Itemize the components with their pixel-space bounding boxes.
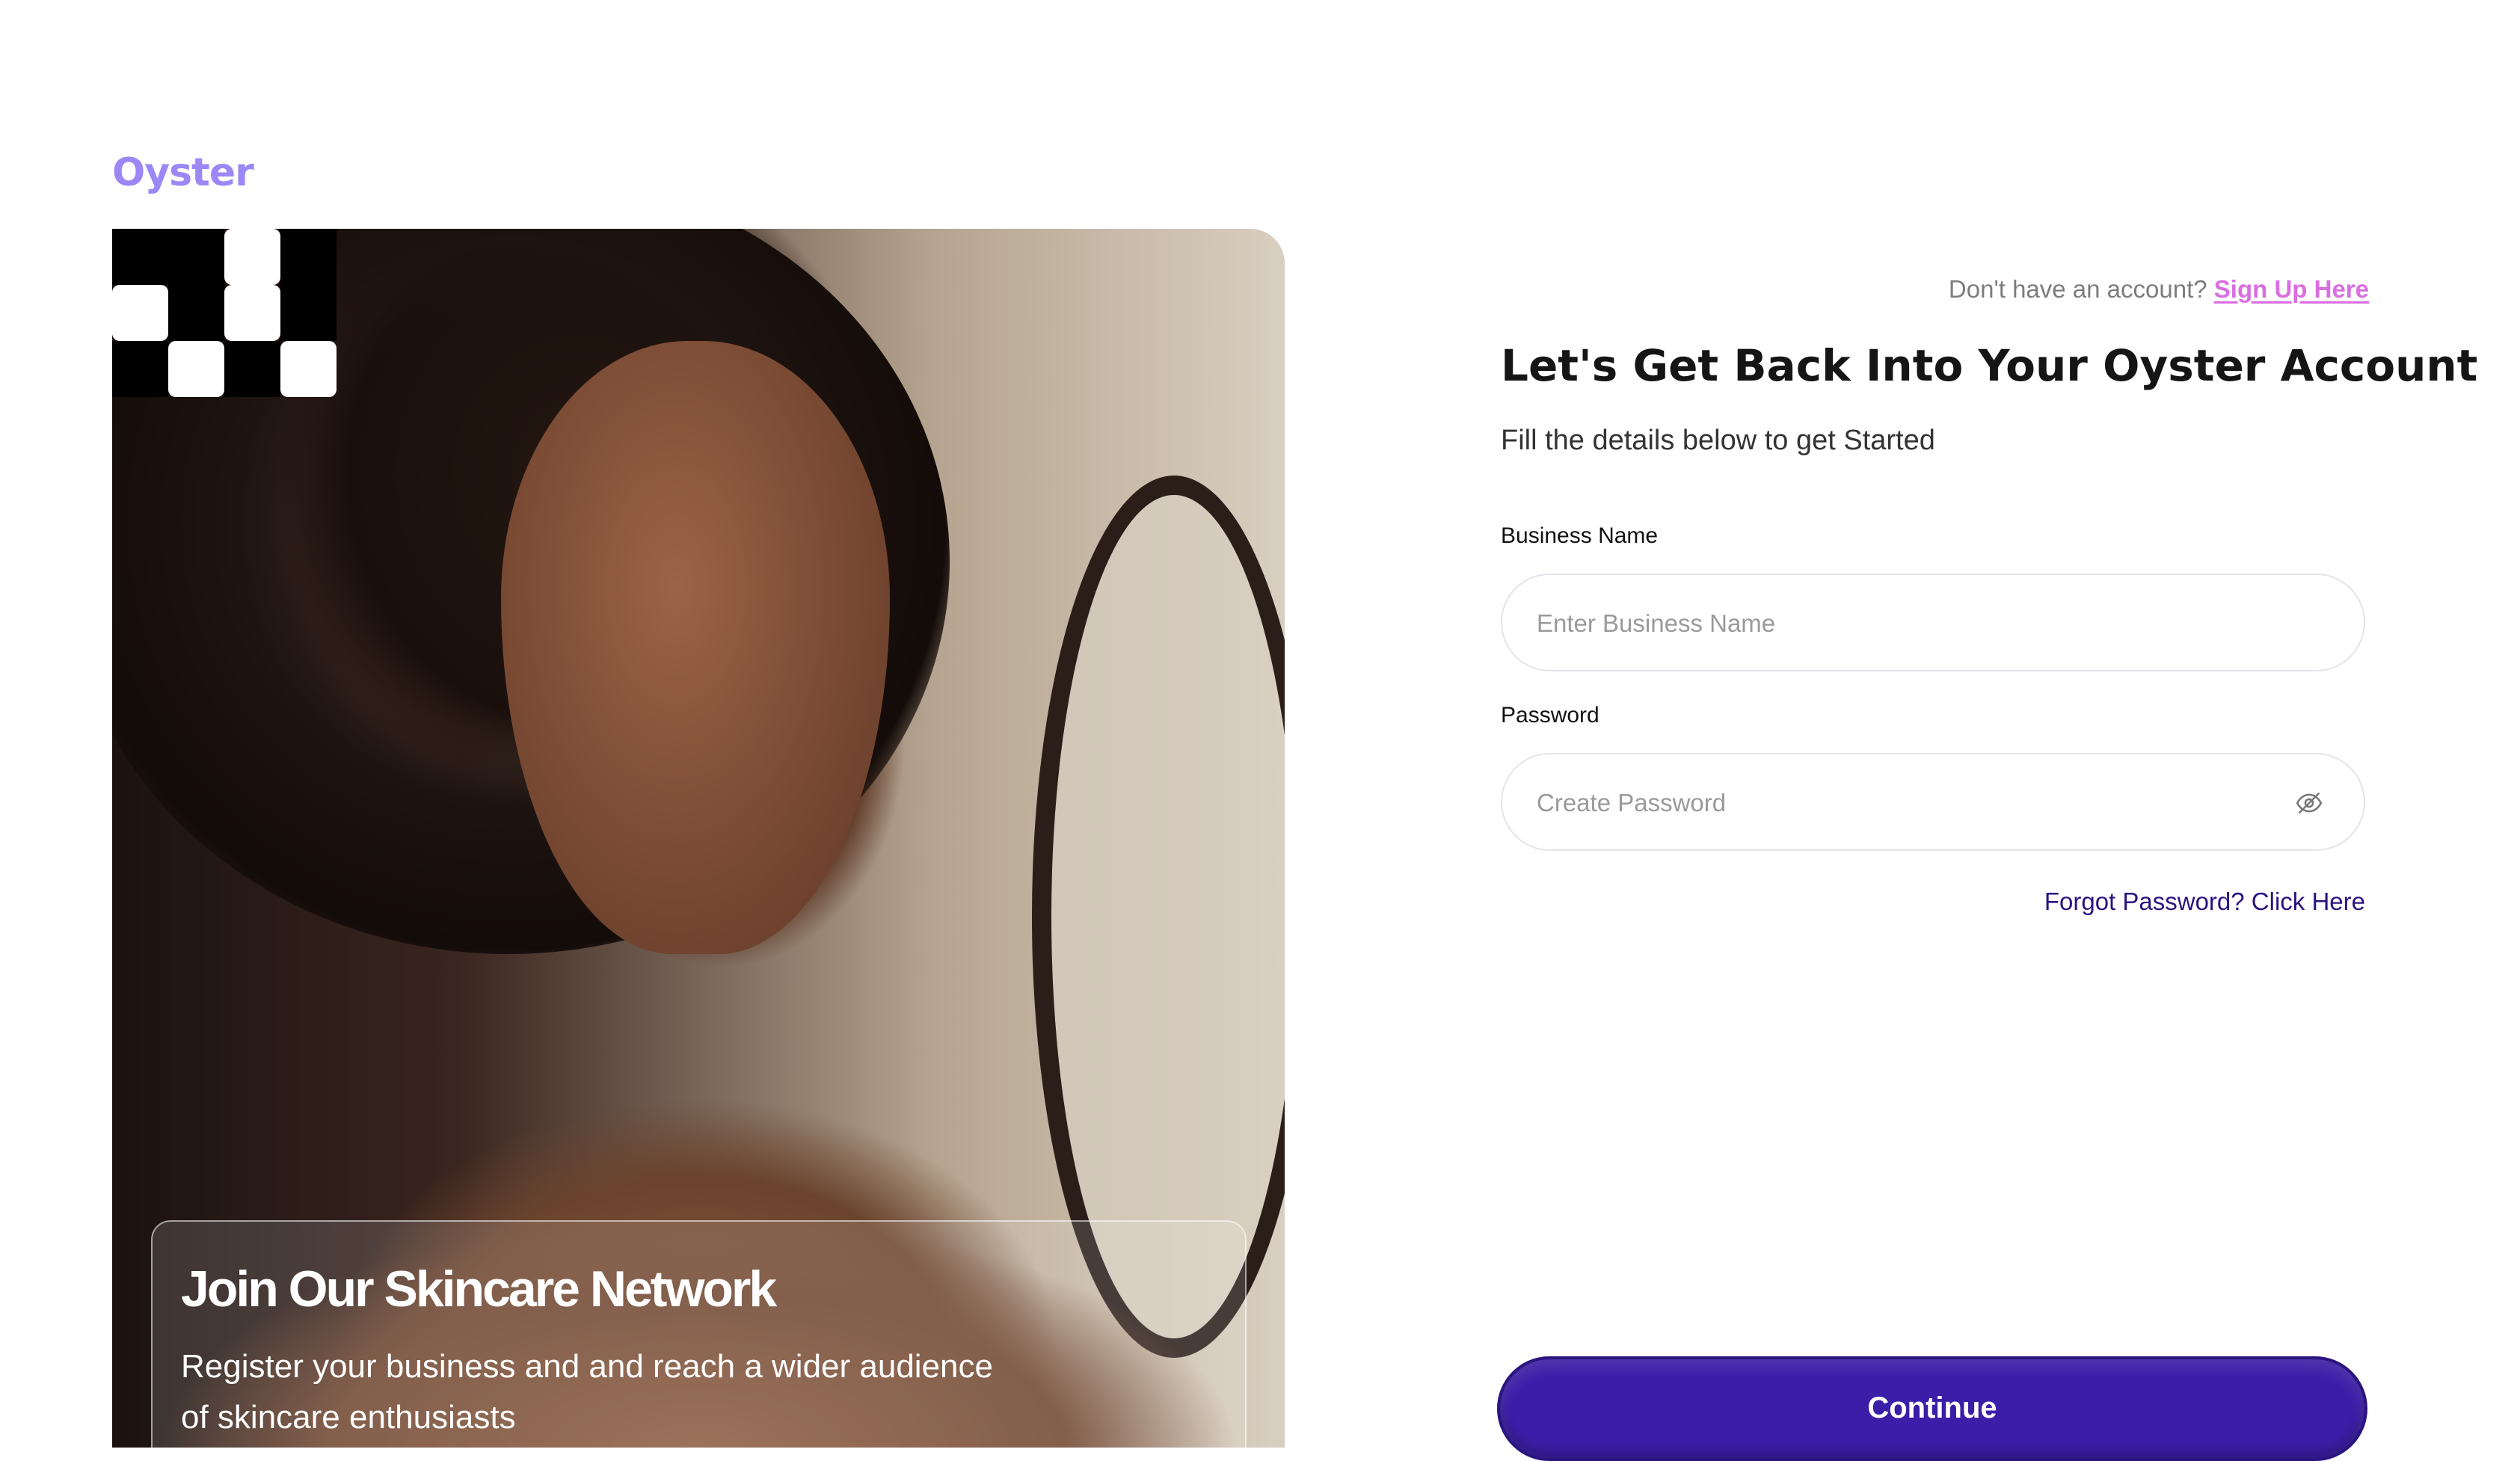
form-subtitle: Fill the details below to get Started bbox=[1501, 425, 1935, 456]
hero-title: Join Our Skincare Network bbox=[181, 1261, 777, 1317]
business-name-input[interactable] bbox=[1535, 575, 2286, 671]
signup-prompt-row: Don't have an account? Sign Up Here bbox=[1795, 271, 2369, 308]
hero-description: Register your business and and reach a w… bbox=[181, 1348, 993, 1436]
password-input[interactable] bbox=[1535, 754, 2286, 851]
forgot-password-link[interactable]: Forgot Password? Click Here bbox=[1795, 887, 2365, 917]
brand-logo: Oyster bbox=[112, 150, 254, 195]
hero-photo-face bbox=[501, 341, 890, 954]
business-name-field[interactable] bbox=[1501, 573, 2365, 671]
signup-prompt-text: Don't have an account? bbox=[1948, 275, 2207, 303]
password-field[interactable] bbox=[1501, 753, 2365, 851]
continue-button[interactable]: Continue bbox=[1497, 1356, 2367, 1461]
business-name-label: Business Name bbox=[1501, 523, 1659, 548]
hero-caption-card: Join Our Skincare Network Register your … bbox=[151, 1220, 1247, 1448]
eye-off-icon[interactable] bbox=[2295, 789, 2323, 817]
checker-pattern-decoration bbox=[112, 229, 337, 416]
hero-image-panel: Join Our Skincare Network Register your … bbox=[112, 229, 1285, 1448]
password-label: Password bbox=[1501, 703, 1599, 728]
signup-link[interactable]: Sign Up Here bbox=[2214, 275, 2369, 303]
form-title: Let's Get Back Into Your Oyster Account bbox=[1501, 340, 2478, 391]
